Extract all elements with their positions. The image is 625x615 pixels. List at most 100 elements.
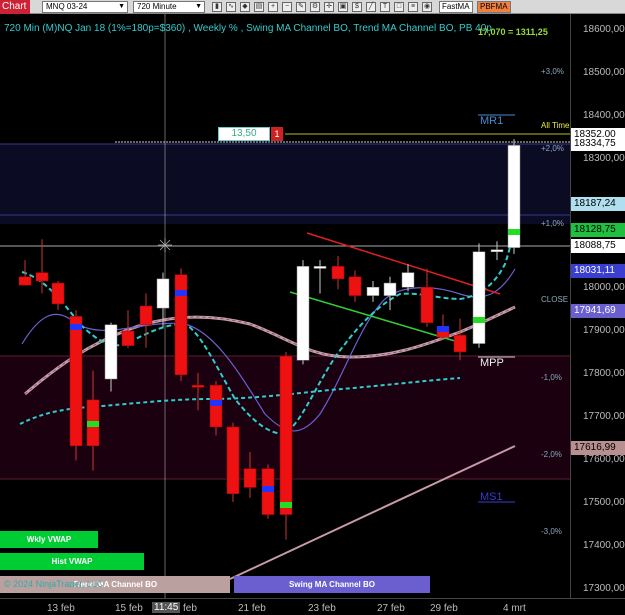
candle bbox=[296, 260, 310, 365]
all-time-label: All Time bbox=[541, 121, 570, 130]
price-marker-box: 18128,75 bbox=[571, 223, 625, 237]
candle-body bbox=[35, 272, 49, 282]
fibonacci-icon[interactable]: ≡ bbox=[408, 2, 418, 12]
interval-selector[interactable]: 720 Minute ▼ bbox=[133, 1, 205, 13]
crosshair-time-label: 11:45 bbox=[152, 602, 181, 613]
candle bbox=[226, 422, 240, 503]
time-label: 15 feb bbox=[115, 603, 143, 614]
drawing-tools-icon[interactable]: ✎ bbox=[296, 2, 306, 12]
data-box-icon[interactable]: ▣ bbox=[338, 2, 348, 12]
candle-body bbox=[139, 305, 153, 326]
candle bbox=[69, 310, 83, 461]
crosshair-icon[interactable]: ✛ bbox=[324, 2, 334, 12]
text-icon[interactable]: T bbox=[380, 2, 390, 12]
price-tick-label: 17700,00 bbox=[583, 411, 625, 422]
properties-icon[interactable]: ⚙ bbox=[310, 2, 320, 12]
price-axis[interactable]: 18600,0018500,0018400,0018300,0018200,00… bbox=[570, 14, 625, 598]
snapshot-icon[interactable]: ◉ bbox=[422, 2, 432, 12]
zoom-in-icon[interactable]: + bbox=[268, 2, 278, 12]
time-label: 13 feb bbox=[47, 603, 75, 614]
candle-body bbox=[348, 276, 362, 296]
candle bbox=[490, 241, 504, 261]
pct-label-minus1: -1,0% bbox=[541, 373, 562, 382]
chart-title: 720 Min (M)NQ Jan 18 (1%=180p=$360) , We… bbox=[4, 23, 492, 34]
candle bbox=[507, 139, 521, 254]
candle-body bbox=[383, 282, 397, 296]
pct-label-minus3: -3,0% bbox=[541, 527, 562, 536]
channel-marker bbox=[175, 290, 187, 296]
lines-icon[interactable]: ╱ bbox=[366, 2, 376, 12]
indicators-icon[interactable]: ∿ bbox=[226, 2, 236, 12]
channel-marker bbox=[508, 229, 520, 235]
bar-type-icon[interactable]: ▮ bbox=[212, 2, 222, 12]
candle-body bbox=[420, 286, 434, 323]
candle-body bbox=[296, 266, 310, 361]
price-marker-box: 18031,11 bbox=[571, 264, 625, 278]
time-label: 21 feb bbox=[238, 603, 266, 614]
candle-body bbox=[226, 426, 240, 494]
range-readout: 17,070 = 1311,25 bbox=[478, 27, 548, 37]
channel-marker bbox=[210, 400, 222, 406]
candle-body bbox=[69, 316, 83, 446]
pct-label-plus1: +1,0% bbox=[541, 219, 564, 228]
candle-body bbox=[209, 385, 223, 428]
candle bbox=[139, 293, 153, 348]
pct-label-close: CLOSE bbox=[541, 295, 569, 304]
chevron-down-icon: ▼ bbox=[118, 3, 125, 10]
shapes-icon[interactable]: □ bbox=[394, 2, 404, 12]
price-chart-canvas[interactable] bbox=[0, 14, 570, 598]
candle-body bbox=[331, 266, 345, 280]
candle bbox=[18, 260, 32, 286]
candle-body bbox=[313, 266, 327, 269]
time-axis[interactable]: 13 feb 15 feb 11:45 feb 21 feb 23 feb 27… bbox=[0, 598, 625, 615]
price-tick-label: 17300,00 bbox=[583, 583, 625, 594]
candle-body bbox=[18, 276, 32, 286]
candle bbox=[420, 268, 434, 327]
copyright-text: © 2024 NinjaTrader, LLC bbox=[4, 579, 104, 589]
chart-tab[interactable]: Chart bbox=[0, 0, 30, 14]
price-marker-box: 18334,75 bbox=[571, 137, 625, 151]
candle bbox=[453, 318, 467, 361]
price-marker-box: 18187,24 bbox=[571, 197, 625, 211]
price-marker-box: 17941,69 bbox=[571, 304, 625, 318]
pct-label-minus2: -2,0% bbox=[541, 450, 562, 459]
candle-body bbox=[121, 330, 135, 346]
pbfma-button[interactable]: PBFMA bbox=[477, 1, 511, 13]
price-tick-label: 18300,00 bbox=[583, 153, 625, 164]
price-tick-label: 18600,00 bbox=[583, 24, 625, 35]
candle-body bbox=[472, 251, 486, 344]
channel-marker bbox=[280, 502, 292, 508]
interval-value: 720 Minute bbox=[137, 2, 177, 11]
candle-body bbox=[401, 272, 415, 288]
instrument-selector[interactable]: MNQ 03-24 ▼ bbox=[42, 1, 128, 13]
channel-marker bbox=[70, 324, 82, 330]
strategies-icon[interactable]: ◆ bbox=[240, 2, 250, 12]
candle bbox=[51, 280, 65, 311]
candle-body bbox=[51, 282, 65, 305]
candle-body bbox=[156, 278, 170, 309]
time-label: 27 feb bbox=[377, 603, 405, 614]
channel-marker bbox=[437, 326, 449, 332]
templates-icon[interactable]: ▤ bbox=[254, 2, 264, 12]
candle-body bbox=[453, 334, 467, 353]
chart-toolbar: Chart MNQ 03-24 ▼ 720 Minute ▼ ▮ ∿ ◆ ▤ +… bbox=[0, 0, 625, 14]
r1-band bbox=[0, 144, 570, 224]
swing-ma-channel-bar: Swing MA Channel BO bbox=[234, 576, 430, 593]
zoom-out-icon[interactable]: − bbox=[282, 2, 292, 12]
candle bbox=[313, 260, 327, 294]
order-qty-box[interactable]: 1 bbox=[271, 127, 283, 141]
order-price-box[interactable]: 13,50 bbox=[218, 127, 270, 141]
time-label: 29 feb bbox=[430, 603, 458, 614]
pct-label-plus2: +2,0% bbox=[541, 144, 564, 153]
instrument-value: MNQ 03-24 bbox=[46, 2, 88, 11]
candle bbox=[174, 268, 188, 382]
price-marker-box: 18088,75 bbox=[571, 239, 625, 253]
price-tick-label: 17900,00 bbox=[583, 325, 625, 336]
mr1-level-label: MR1 bbox=[480, 115, 504, 127]
price-tick-label: 18000,00 bbox=[583, 282, 625, 293]
channel-marker bbox=[87, 421, 99, 427]
price-tick-label: 17400,00 bbox=[583, 540, 625, 551]
fastma-button[interactable]: FastMA bbox=[439, 1, 473, 13]
price-tick-label: 17600,00 bbox=[583, 454, 625, 465]
chart-trader-icon[interactable]: $ bbox=[352, 2, 362, 12]
